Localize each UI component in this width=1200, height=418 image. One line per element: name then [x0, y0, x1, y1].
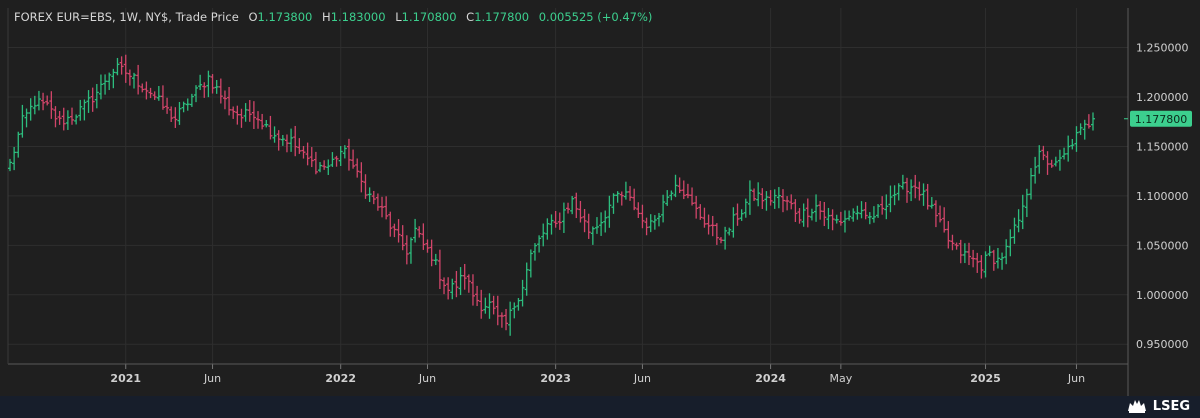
- last-price-label: 1.177800: [1135, 113, 1188, 126]
- brand-name: LSEG: [1152, 398, 1190, 414]
- instrument-label: FOREX EUR=EBS, 1W, NY$, Trade Price: [14, 10, 239, 24]
- open-label: O: [248, 10, 258, 24]
- x-tick-label: 2021: [110, 372, 141, 385]
- x-tick-label: Jun: [633, 372, 651, 385]
- x-tick-label: 2025: [970, 372, 1001, 385]
- ohlc-chart[interactable]: 0.950000 1.000000 1.050000 1.100000 1.150000…: [0, 0, 1200, 396]
- low-value: 1.170800: [401, 10, 457, 24]
- grid: [0, 0, 1200, 396]
- x-tick-label: Jun: [418, 372, 436, 385]
- x-tick-label: 2024: [755, 372, 786, 385]
- y-tick-label: 1.150000: [1136, 140, 1189, 153]
- plot-background: [0, 0, 1200, 396]
- x-tick-label: 2022: [325, 372, 356, 385]
- chart-header: FOREX EUR=EBS, 1W, NY$, Trade Price O1.1…: [14, 10, 652, 24]
- open-value: 1.173800: [257, 10, 313, 24]
- y-tick-label: 1.200000: [1136, 91, 1189, 104]
- x-tick-label: Jun: [203, 372, 221, 385]
- y-tick-label: 1.000000: [1136, 289, 1189, 302]
- y-tick-label: 1.050000: [1136, 239, 1189, 252]
- close-value: 1.177800: [474, 10, 530, 24]
- high-label: H: [322, 10, 331, 24]
- lion-crest-icon: [1127, 400, 1146, 413]
- chart-area[interactable]: 0.950000 1.000000 1.050000 1.100000 1.150000…: [0, 0, 1200, 418]
- high-value: 1.183000: [330, 10, 386, 24]
- brand: LSEG: [1126, 398, 1190, 414]
- close-label: C: [466, 10, 475, 24]
- y-tick-label: 0.950000: [1136, 338, 1189, 351]
- x-tick-label: 2023: [540, 372, 571, 385]
- x-tick-label: Jun: [1067, 372, 1085, 385]
- x-tick-label: May: [829, 372, 852, 385]
- y-tick-label: 1.100000: [1136, 190, 1189, 203]
- change-value: 0.005525 (+0.47%): [538, 10, 653, 24]
- y-tick-label: 1.250000: [1136, 42, 1189, 55]
- footer-bar: LSEG: [0, 396, 1200, 418]
